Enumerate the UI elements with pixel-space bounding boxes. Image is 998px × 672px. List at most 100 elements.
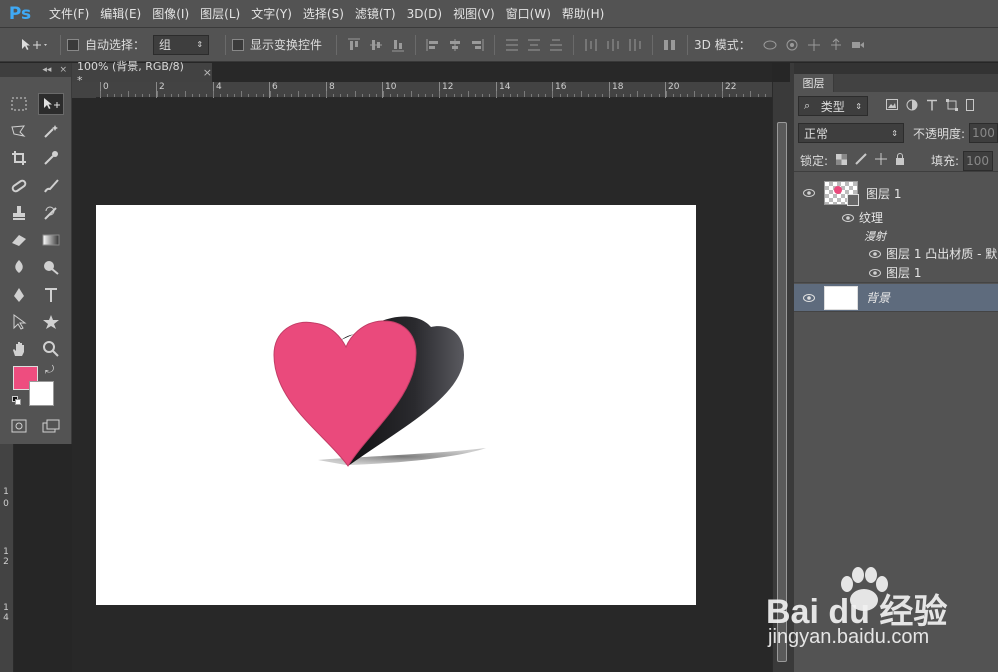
filter-type-icon[interactable]: [926, 99, 938, 114]
pen-tool-icon[interactable]: [6, 284, 32, 306]
healing-brush-tool-icon[interactable]: [6, 175, 32, 197]
layer-name: 背景: [866, 291, 891, 305]
3d-roll-icon[interactable]: [781, 34, 803, 56]
type-tool-icon[interactable]: [38, 284, 64, 306]
move-tool-preset-icon[interactable]: [14, 33, 54, 57]
eraser-tool-icon[interactable]: [6, 229, 32, 251]
custom-shape-tool-icon[interactable]: [38, 311, 64, 333]
lock-position-icon[interactable]: [875, 153, 888, 168]
default-colors-icon[interactable]: [12, 396, 22, 406]
layer-sublayer-row[interactable]: 纹理: [794, 208, 998, 227]
align-vcenter-icon[interactable]: [365, 34, 387, 56]
visibility-eye-icon[interactable]: [868, 268, 882, 277]
document-tab[interactable]: 100% (背景, RGB/8) * ×: [72, 60, 212, 87]
layer-row-selected[interactable]: 背景: [794, 284, 998, 312]
horizontal-ruler[interactable]: 0 2 4 6 8 10 12 14 16 18 20 22: [96, 82, 773, 98]
layer-texture-row[interactable]: 图层 1: [794, 263, 998, 283]
opacity-input[interactable]: 100: [969, 123, 998, 143]
visibility-eye-icon[interactable]: [794, 189, 824, 197]
menu-layer[interactable]: 图层(L): [189, 5, 240, 22]
dodge-tool-icon[interactable]: [38, 256, 64, 278]
background-color-swatch[interactable]: [29, 381, 54, 406]
lock-image-icon[interactable]: [855, 153, 867, 168]
menu-select[interactable]: 选择(S): [292, 5, 344, 22]
menu-view[interactable]: 视图(V): [442, 5, 495, 22]
fill-input[interactable]: 100: [963, 150, 994, 171]
layer-row[interactable]: 图层 1: [794, 178, 998, 208]
auto-select-checkbox[interactable]: [67, 38, 79, 51]
lock-transparent-icon[interactable]: [836, 153, 848, 168]
distribute-left-icon[interactable]: [580, 34, 602, 56]
ruler-origin[interactable]: [72, 82, 96, 98]
align-left-icon[interactable]: [422, 34, 444, 56]
history-brush-tool-icon[interactable]: [38, 202, 64, 224]
menu-window[interactable]: 窗口(W): [495, 5, 551, 22]
options-separator: [336, 34, 338, 55]
blur-tool-icon[interactable]: [6, 256, 32, 278]
ruler-minor-tick: [722, 91, 724, 97]
3d-scale-icon[interactable]: [847, 34, 869, 56]
gradient-tool-icon[interactable]: [38, 229, 64, 251]
auto-select-dropdown[interactable]: 组 ⇕: [153, 34, 210, 55]
menu-filter[interactable]: 滤镜(T): [344, 5, 396, 22]
menu-image[interactable]: 图像(I): [141, 5, 189, 22]
layer-texture-row[interactable]: 图层 1 凸出材质 - 默: [794, 244, 998, 263]
zoom-tool-icon[interactable]: [38, 338, 64, 360]
hand-tool-icon[interactable]: [6, 338, 32, 360]
quick-mask-icon[interactable]: [6, 415, 32, 437]
photoshop-logo: Ps: [8, 3, 32, 24]
3d-rotate-icon[interactable]: [759, 34, 781, 56]
filter-adjustment-icon[interactable]: [906, 99, 918, 114]
align-bottom-icon[interactable]: [387, 34, 409, 56]
menu-help[interactable]: 帮助(H): [551, 5, 604, 22]
swap-colors-icon[interactable]: ⤾: [45, 363, 54, 377]
lasso-tool-icon[interactable]: [6, 120, 32, 142]
distribute-bottom-icon[interactable]: [545, 34, 567, 56]
align-right-icon[interactable]: [466, 34, 488, 56]
visibility-eye-icon[interactable]: [794, 293, 824, 302]
visibility-eye-icon[interactable]: [840, 213, 856, 222]
blend-mode-dropdown[interactable]: 正常 ⇕: [798, 123, 904, 143]
dropdown-arrows-icon: ⇕: [891, 128, 898, 138]
ruler-minor-tick: [213, 91, 215, 97]
filter-kind-dropdown[interactable]: ⌕ 类型 ⇕: [798, 96, 868, 116]
align-top-icon[interactable]: [343, 34, 365, 56]
distribute-right-icon[interactable]: [624, 34, 646, 56]
magic-wand-tool-icon[interactable]: [38, 120, 64, 142]
menu-type[interactable]: 文字(Y): [240, 5, 292, 22]
tools-panel-header: ◂◂ ×: [0, 63, 71, 77]
screen-mode-icon[interactable]: [38, 415, 64, 437]
path-selection-tool-icon[interactable]: [6, 311, 32, 333]
visibility-eye-icon[interactable]: [868, 249, 882, 258]
vertical-ruler[interactable]: 1 0 1 2 1 4: [0, 444, 14, 672]
show-transform-checkbox[interactable]: [232, 38, 245, 51]
collapse-panel-icon[interactable]: ◂◂: [42, 65, 51, 75]
brush-tool-icon[interactable]: [38, 175, 64, 197]
lock-all-icon[interactable]: [895, 153, 905, 168]
close-panel-icon[interactable]: ×: [59, 65, 67, 75]
filter-pixel-icon[interactable]: [886, 99, 898, 113]
close-tab-icon[interactable]: ×: [203, 66, 212, 79]
3d-slide-icon[interactable]: [825, 34, 847, 56]
menu-3d[interactable]: 3D(D): [396, 7, 442, 21]
menu-file[interactable]: 文件(F): [38, 5, 89, 22]
layer-subgroup-row[interactable]: 漫射: [794, 227, 998, 244]
document-canvas[interactable]: [96, 205, 696, 605]
crop-tool-icon[interactable]: [6, 147, 32, 169]
3d-pan-icon[interactable]: [803, 34, 825, 56]
distribute-hcenter-icon[interactable]: [602, 34, 624, 56]
filter-smart-object-icon[interactable]: [966, 98, 974, 114]
distribute-vcenter-icon[interactable]: [523, 34, 545, 56]
ruler-minor-tick: [453, 94, 455, 97]
distribute-top-icon[interactable]: [501, 34, 523, 56]
auto-align-icon[interactable]: [659, 34, 681, 56]
marquee-tool-icon[interactable]: [6, 93, 32, 115]
clone-stamp-tool-icon[interactable]: [6, 202, 32, 224]
eyedropper-tool-icon[interactable]: [38, 147, 64, 169]
menu-edit[interactable]: 编辑(E): [89, 5, 141, 22]
filter-shape-icon[interactable]: [946, 98, 958, 114]
tab-layers[interactable]: 图层: [794, 74, 834, 92]
move-tool-icon[interactable]: [38, 93, 64, 115]
ruler-minor-tick: [220, 94, 222, 97]
align-hcenter-icon[interactable]: [444, 34, 466, 56]
